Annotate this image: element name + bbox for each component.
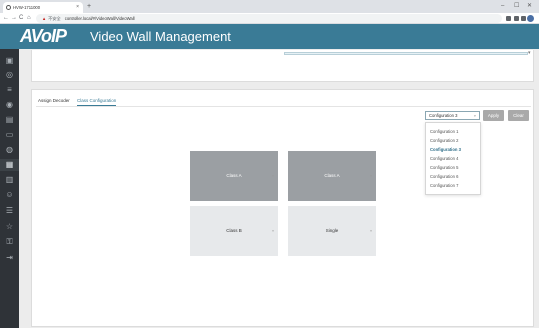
chevron-down-icon[interactable]: ▿ xyxy=(272,151,274,201)
url-text: controller.local/#/VideoWall/VideoWall xyxy=(64,16,135,21)
configuration-select-value: Configuration 3 xyxy=(429,113,458,118)
dropdown-option[interactable]: Configuration 5 xyxy=(430,164,458,171)
dropdown-option[interactable]: Configuration 2 xyxy=(430,137,458,144)
chevron-down-icon[interactable]: ▿ xyxy=(370,206,372,256)
forward-icon[interactable]: → xyxy=(11,14,17,23)
clear-button[interactable]: Clear xyxy=(508,110,529,121)
share-icon[interactable] xyxy=(506,16,511,21)
app-header: AVoIP Video Wall Management xyxy=(0,24,539,49)
globe-icon[interactable]: ◎ xyxy=(5,70,14,79)
dropdown-option-selected[interactable]: Configuration 3 xyxy=(430,146,461,153)
key-icon[interactable]: ⚿ xyxy=(5,237,14,246)
layers-icon[interactable]: ◉ xyxy=(5,100,14,109)
extension-icon[interactable] xyxy=(514,16,519,21)
close-tab-icon[interactable]: × xyxy=(76,2,79,13)
class-cell[interactable]: Class B ▿ xyxy=(190,206,278,256)
tab-assign-decoder[interactable]: Assign Decoder xyxy=(38,96,70,105)
class-configuration-panel: Assign Decoder Class Configuration Confi… xyxy=(31,89,534,327)
url-input[interactable]: ▲ 不安全 controller.local/#/VideoWall/VideoWa… xyxy=(36,14,502,23)
list-icon[interactable]: ≡ xyxy=(5,85,14,94)
logout-icon[interactable]: ⇥ xyxy=(5,253,14,262)
browser-tab-strip: HVW-1711000 × + – ☐ ✕ xyxy=(0,0,539,13)
top-panel-strip xyxy=(284,52,528,55)
configuration-select[interactable]: Configuration 3 ▿ xyxy=(425,111,480,120)
users-icon[interactable]: ☺ xyxy=(5,190,14,199)
class-cell-label: Class A xyxy=(226,173,242,178)
dropdown-option[interactable]: Configuration 7 xyxy=(430,182,458,189)
class-cell[interactable]: Class A ▿ xyxy=(190,151,278,201)
monitor-icon[interactable]: ▭ xyxy=(5,130,14,139)
dropdown-option[interactable]: Configuration 4 xyxy=(430,155,458,162)
warning-icon: ▲ xyxy=(42,16,47,21)
camera-icon[interactable]: ◍ xyxy=(5,145,14,154)
star-icon[interactable]: ☆ xyxy=(5,222,14,231)
class-cell-label: Class B xyxy=(226,228,242,233)
sliders-icon[interactable]: ☰ xyxy=(5,206,14,215)
dropdown-option[interactable]: Configuration 1 xyxy=(430,128,458,135)
dropdown-option[interactable]: Configuration 6 xyxy=(430,173,458,180)
chevron-down-icon[interactable]: ▿ xyxy=(370,151,372,201)
new-tab-button[interactable]: + xyxy=(87,2,91,11)
avoip-logo: AVoIP xyxy=(20,26,67,46)
configuration-dropdown: Configuration 1 Configuration 2 Configur… xyxy=(425,122,481,195)
image-icon[interactable]: ▣ xyxy=(5,56,14,65)
home-icon[interactable]: ⌂ xyxy=(27,14,31,23)
globe-icon xyxy=(6,5,11,10)
class-cell-label: Class A xyxy=(324,173,340,178)
tab-class-configuration[interactable]: Class Configuration xyxy=(77,96,117,106)
reload-icon[interactable]: C xyxy=(19,14,23,23)
minimize-icon[interactable]: – xyxy=(501,2,504,10)
apply-button[interactable]: Apply xyxy=(483,110,504,121)
security-label: 不安全 xyxy=(48,16,61,21)
grid-icon[interactable]: ▥ xyxy=(5,175,14,184)
tab-divider xyxy=(36,106,531,107)
address-bar: ← → C ⌂ ▲ 不安全 controller.local/#/VideoWall… xyxy=(0,13,539,24)
browser-tab-title: HVW-1711000 xyxy=(13,5,41,10)
sidebar: ▣ ◎ ≡ ◉ ▤ ▭ ◍ ▦ ▥ ☺ ☰ ☆ ⚿ ⇥ xyxy=(0,49,19,328)
class-cell-label: Single xyxy=(325,228,339,233)
page-title: Video Wall Management xyxy=(90,29,231,44)
maximize-icon[interactable]: ☐ xyxy=(514,2,519,10)
back-icon[interactable]: ← xyxy=(3,14,9,23)
class-cell[interactable]: Class A ▿ xyxy=(288,151,376,201)
chevron-down-icon[interactable]: ▿ xyxy=(272,206,274,256)
puzzle-icon[interactable] xyxy=(521,16,526,21)
display-icon[interactable]: ▤ xyxy=(5,115,14,124)
chevron-down-icon: ▿ xyxy=(473,113,476,118)
class-cell[interactable]: Single ▿ xyxy=(288,206,376,256)
browser-tab[interactable]: HVW-1711000 × xyxy=(3,2,83,13)
window-close-icon[interactable]: ✕ xyxy=(527,2,532,10)
video-wall-icon[interactable]: ▦ xyxy=(5,160,14,169)
profile-avatar[interactable] xyxy=(527,15,534,22)
top-panel: ▾ xyxy=(31,50,534,82)
chevron-down-icon[interactable]: ▾ xyxy=(528,50,531,56)
